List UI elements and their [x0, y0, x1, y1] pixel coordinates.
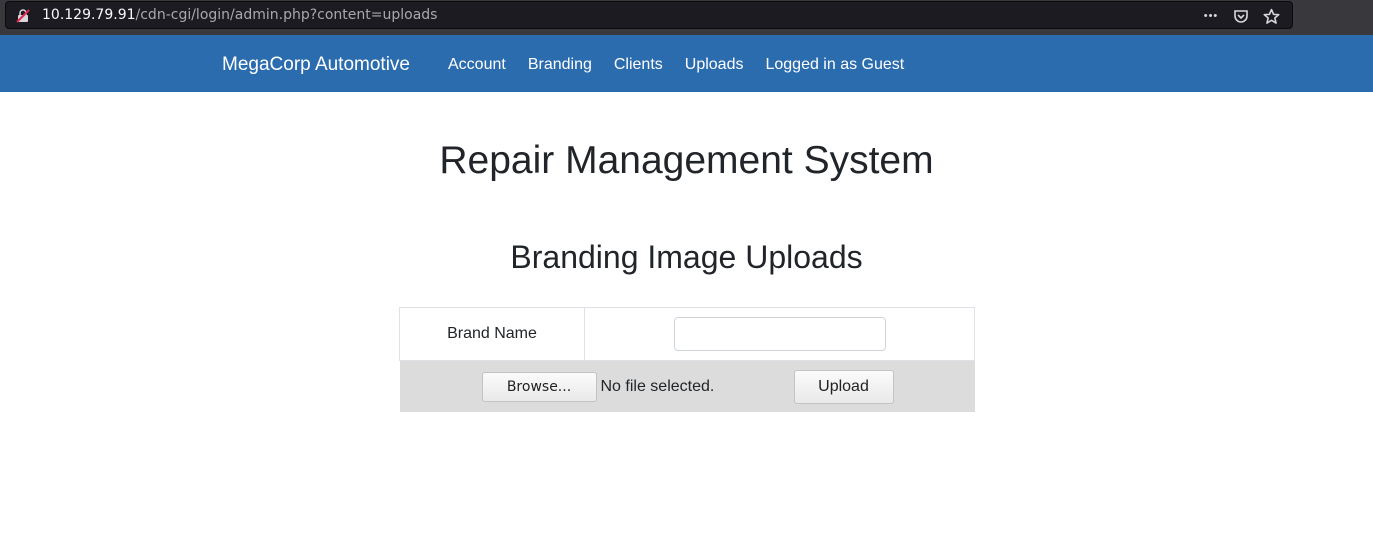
section-title: Branding Image Uploads — [510, 239, 863, 275]
nav-item-branding[interactable]: Branding — [528, 56, 592, 74]
url-path: /cdn-cgi/login/admin.php?content=uploads — [135, 7, 438, 23]
file-upload-row: Browse... No file selected. Upload — [399, 360, 975, 412]
more-actions-icon[interactable]: ••• — [1202, 7, 1220, 25]
address-bar[interactable]: 10.129.79.91/cdn-cgi/login/admin.php?con… — [5, 1, 1293, 29]
insecure-lock-icon[interactable] — [16, 9, 30, 23]
upload-button[interactable]: Upload — [793, 370, 894, 404]
brand-name-row: Brand Name — [399, 307, 975, 361]
bookmark-star-icon[interactable] — [1262, 7, 1280, 25]
nav-item-account[interactable]: Account — [448, 56, 506, 74]
brand-name-input[interactable] — [673, 317, 886, 351]
url-host: 10.129.79.91 — [42, 7, 136, 23]
nav-item-logged-in-user[interactable]: Logged in as Guest — [765, 56, 904, 74]
brand-name-label: Brand Name — [399, 307, 585, 361]
file-upload-area: Browse... No file selected. Upload — [400, 361, 975, 412]
file-status-text: No file selected. — [600, 378, 715, 395]
navbar-brand[interactable]: MegaCorp Automotive — [222, 54, 410, 76]
page-title: Repair Management System — [439, 139, 934, 182]
file-upload-cell: Browse... No file selected. Upload — [399, 360, 975, 412]
upload-form-table: Brand Name Browse... No file selected. U… — [399, 307, 975, 412]
browse-file-button[interactable]: Browse... — [481, 372, 597, 402]
top-navbar: MegaCorp Automotive Account Branding Cli… — [0, 35, 1373, 92]
nav-item-clients[interactable]: Clients — [614, 56, 663, 74]
nav-item-uploads[interactable]: Uploads — [685, 56, 744, 74]
pocket-icon[interactable] — [1232, 7, 1250, 25]
brand-name-input-cell — [584, 307, 975, 361]
browser-toolbar: 10.129.79.91/cdn-cgi/login/admin.php?con… — [0, 0, 1373, 35]
url-text[interactable]: 10.129.79.91/cdn-cgi/login/admin.php?con… — [42, 7, 437, 23]
nav-menu: Account Branding Clients Uploads Logged … — [448, 56, 926, 74]
